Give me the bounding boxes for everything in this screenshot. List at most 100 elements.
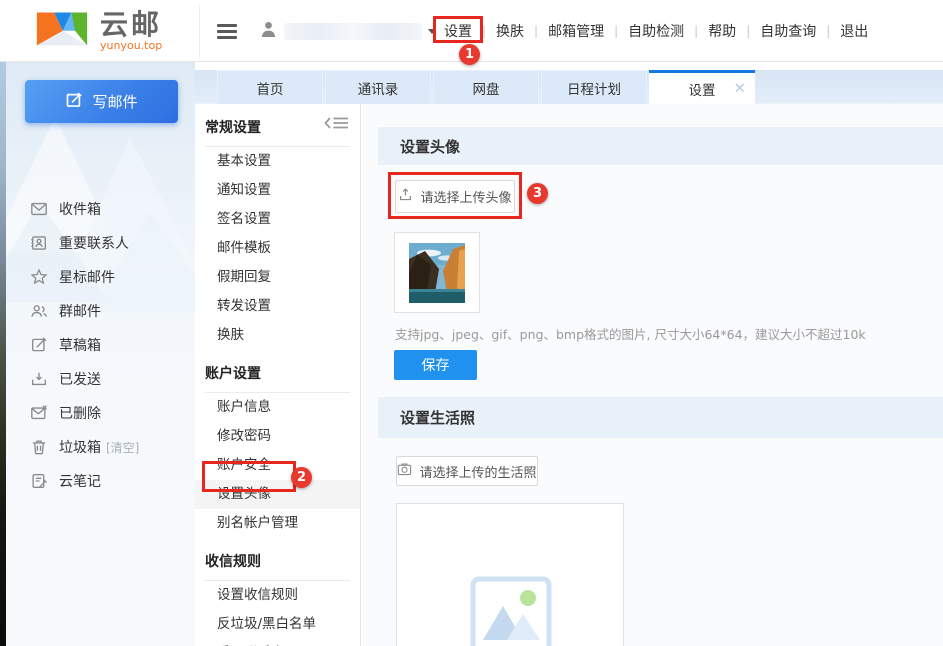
draft-edit-icon: [30, 336, 48, 354]
avatar-preview-image: [409, 243, 465, 303]
life-photo-placeholder-frame: [396, 503, 624, 646]
sidebar-item-cloud-notes[interactable]: 云笔记: [0, 464, 195, 498]
sidebar-item-label: 重要联系人: [59, 233, 129, 253]
tab-contacts[interactable]: 通讯录: [325, 70, 431, 104]
tab-schedule[interactable]: 日程计划: [541, 70, 647, 104]
settings-content: 设置头像 请选择上传头像 支持jpg、jpeg、gif、png、bmp: [362, 104, 943, 646]
trash-empty-link[interactable]: [清空]: [106, 439, 139, 456]
save-button[interactable]: 保存: [394, 350, 477, 380]
mail-sidebar: 写邮件 收件箱 重要联系人 星标邮件: [0, 62, 195, 646]
snav-item-notification-settings[interactable]: 通知设置: [195, 176, 360, 205]
menu-separator: |: [532, 24, 540, 38]
snav-item-antispam-blackwhite-list[interactable]: 反垃圾/黑白名单: [195, 610, 360, 639]
menu-help[interactable]: 帮助: [700, 21, 744, 41]
snav-item-important-contacts[interactable]: 重要联系人: [195, 639, 360, 646]
snav-group-general: 常规设置: [205, 104, 350, 147]
snav-item-account-info[interactable]: 账户信息: [195, 393, 360, 422]
sidebar-item-trash[interactable]: 垃圾箱 [清空]: [0, 430, 195, 464]
snav-item-forward-settings[interactable]: 转发设置: [195, 292, 360, 321]
hamburger-menu-icon[interactable]: [217, 24, 237, 39]
tab-settings[interactable]: 设置 ×: [649, 70, 755, 104]
sidebar-item-important-contacts[interactable]: 重要联系人: [0, 226, 195, 260]
sidebar-item-starred[interactable]: 星标邮件: [0, 260, 195, 294]
sidebar-item-label: 星标邮件: [59, 267, 115, 287]
snav-group-receive-rules: 收信规则: [205, 538, 350, 581]
snav-item-basic-settings[interactable]: 基本设置: [195, 147, 360, 176]
avatar-section-header: 设置头像: [378, 127, 943, 165]
sidebar-item-drafts[interactable]: 草稿箱: [0, 328, 195, 362]
snav-item-change-skin[interactable]: 换肤: [195, 321, 360, 350]
tab-label: 日程计划: [567, 78, 621, 98]
menu-self-check[interactable]: 自助检测: [620, 21, 692, 41]
user-account[interactable]: [261, 0, 436, 62]
snav-item-change-password[interactable]: 修改密码: [195, 422, 360, 451]
upload-avatar-button[interactable]: 请选择上传头像: [395, 180, 515, 213]
inbox-envelope-icon: [30, 200, 48, 218]
image-placeholder-icon: [470, 576, 552, 646]
star-icon: [30, 268, 48, 286]
menu-change-skin[interactable]: 换肤: [488, 21, 532, 41]
snav-item-set-avatar[interactable]: 设置头像: [195, 480, 360, 509]
settings-nav: 常规设置 基本设置 通知设置 签名设置 邮件模板 假期回复 转发设置 换肤 账户…: [195, 104, 361, 646]
logo-envelope-icon: [36, 9, 88, 53]
dropdown-caret-icon: [428, 29, 436, 34]
menu-logout[interactable]: 退出: [832, 21, 876, 41]
collapse-nav-icon[interactable]: [324, 116, 350, 134]
topbar-divider: [199, 5, 200, 57]
menu-separator: |: [744, 24, 752, 38]
upload-life-photo-label: 请选择上传的生活照: [419, 462, 536, 481]
snav-item-mail-template[interactable]: 邮件模板: [195, 234, 360, 263]
sidebar-item-sent[interactable]: 已发送: [0, 362, 195, 396]
upload-avatar-label: 请选择上传头像: [420, 187, 511, 206]
menu-separator: |: [692, 24, 700, 38]
upload-life-photo-button[interactable]: 请选择上传的生活照: [396, 456, 538, 486]
sidebar-item-label: 已删除: [59, 403, 101, 423]
sidebar-item-label: 云笔记: [59, 471, 101, 491]
snav-item-account-security[interactable]: 账户安全: [195, 451, 360, 480]
photo-section-title: 设置生活照: [400, 407, 475, 428]
user-icon: [261, 21, 276, 42]
tab-label: 网盘: [473, 78, 500, 98]
snav-item-vacation-reply[interactable]: 假期回复: [195, 263, 360, 292]
snav-item-alias-account-management[interactable]: 别名帐户管理: [195, 509, 360, 538]
snav-group-label: 常规设置: [205, 120, 261, 136]
tab-label: 首页: [257, 78, 284, 98]
snav-item-signature-settings[interactable]: 签名设置: [195, 205, 360, 234]
menu-separator: |: [480, 24, 488, 38]
menu-separator: |: [612, 24, 620, 38]
sidebar-item-deleted[interactable]: 已删除: [0, 396, 195, 430]
logo-title: 云邮: [100, 10, 162, 40]
tab-strip: 首页 通讯录 网盘 日程计划 设置 ×: [195, 70, 943, 104]
snav-group-label: 收信规则: [205, 554, 261, 570]
deleted-mail-icon: [30, 404, 48, 422]
compose-button[interactable]: 写邮件: [25, 80, 178, 123]
annotation-badge-step1: 1: [459, 44, 480, 65]
sent-tray-icon: [30, 370, 48, 388]
menu-self-query[interactable]: 自助查询: [752, 21, 824, 41]
tab-close-icon[interactable]: ×: [733, 78, 746, 96]
sidebar-item-label: 群邮件: [59, 301, 101, 321]
annotation-badge-step3: 3: [527, 183, 548, 204]
logo-subtitle: yunyou.top: [100, 40, 162, 52]
topbar-menu: 设置 | 换肤 | 邮箱管理 | 自助检测 | 帮助 | 自助查询 | 退出: [436, 0, 876, 62]
snav-item-set-receive-rules[interactable]: 设置收信规则: [195, 581, 360, 610]
sidebar-item-label: 草稿箱: [59, 335, 101, 355]
menu-mailbox-management[interactable]: 邮箱管理: [540, 21, 612, 41]
menu-settings[interactable]: 设置: [436, 21, 480, 41]
avatar-section-title: 设置头像: [400, 136, 460, 157]
sidebar-item-label: 已发送: [59, 369, 101, 389]
tab-home[interactable]: 首页: [217, 70, 323, 104]
camera-icon: [397, 462, 412, 480]
tab-label: 设置: [689, 79, 716, 99]
photo-section-header: 设置生活照: [378, 397, 943, 438]
snav-group-label: 账户设置: [205, 366, 261, 382]
tab-netdisk[interactable]: 网盘: [433, 70, 539, 104]
snav-group-account: 账户设置: [205, 350, 350, 393]
logo[interactable]: 云邮 yunyou.top: [36, 9, 162, 53]
sidebar-item-group-mail[interactable]: 群邮件: [0, 294, 195, 328]
webmail-app: 云邮 yunyou.top 设置 | 换肤 | 邮箱管理 | 自助检测 | 帮助…: [0, 0, 943, 646]
annotation-badge-step2: 2: [291, 467, 312, 488]
compose-label: 写邮件: [92, 91, 137, 112]
user-email-redacted: [284, 23, 422, 40]
sidebar-item-inbox[interactable]: 收件箱: [0, 192, 195, 226]
